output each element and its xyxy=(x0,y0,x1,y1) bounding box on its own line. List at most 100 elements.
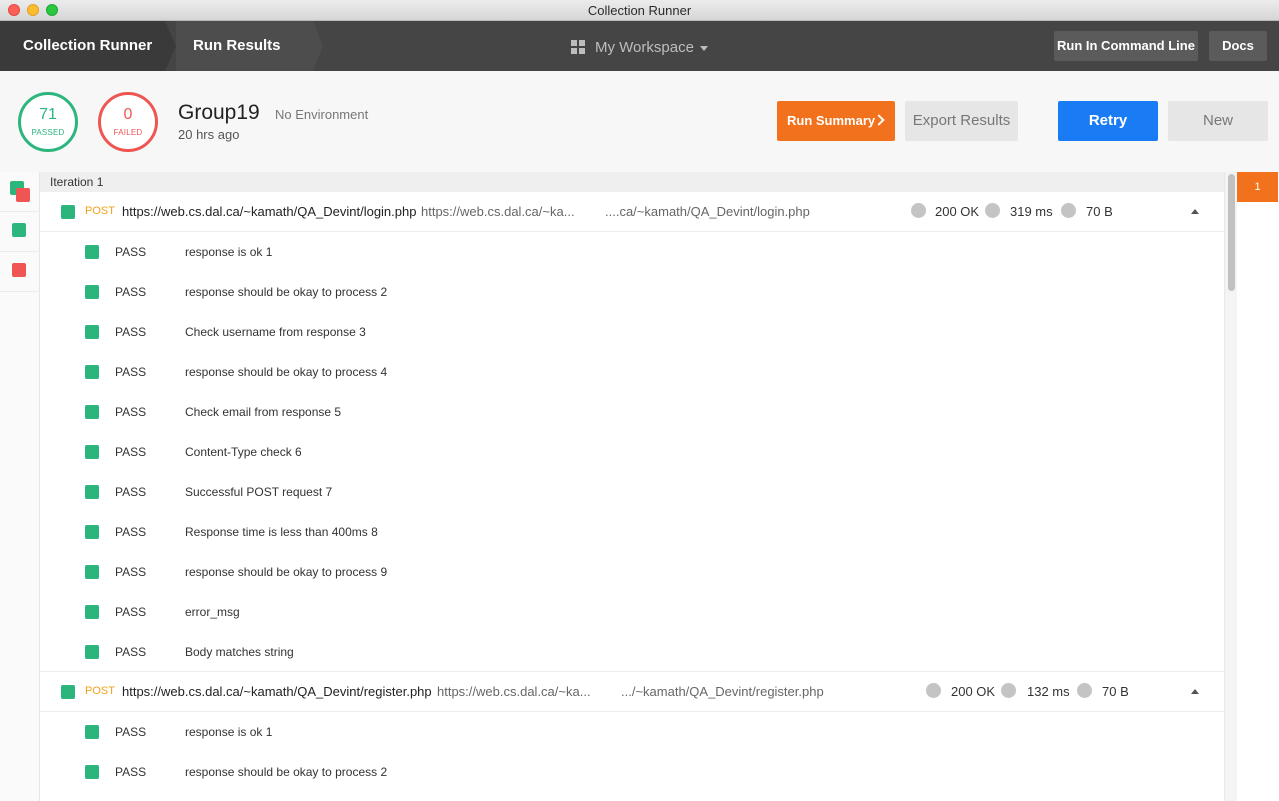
scrollbar-thumb[interactable] xyxy=(1228,174,1235,291)
test-result: PASS xyxy=(115,245,147,259)
test-result: PASS xyxy=(115,285,147,299)
test-row: PASS response is ok 1 xyxy=(40,712,1224,752)
test-result: PASS xyxy=(115,485,147,499)
iteration-badge[interactable]: 1 xyxy=(1237,172,1278,202)
sidebar-item-failed[interactable] xyxy=(0,252,40,292)
pass-status-icon xyxy=(85,445,99,459)
pass-status-icon xyxy=(85,765,99,779)
breadcrumb-run-results[interactable]: Run Results xyxy=(176,21,313,71)
test-name: Successful POST request 7 xyxy=(185,485,333,499)
pass-status-icon xyxy=(85,525,99,539)
pass-status-icon xyxy=(85,405,99,419)
request-url-short: https://web.cs.dal.ca/~ka... xyxy=(437,684,591,699)
time-dot-icon xyxy=(985,203,1000,218)
breadcrumb-separator xyxy=(165,21,176,71)
pass-status-icon xyxy=(12,223,26,237)
status-dot-icon xyxy=(911,203,926,218)
passed-label: PASSED xyxy=(31,128,65,137)
test-result: PASS xyxy=(115,365,147,379)
test-name: response should be okay to process 2 xyxy=(185,285,388,299)
test-name: response should be okay to process 4 xyxy=(185,365,388,379)
iteration-header: Iteration 1 xyxy=(40,172,1224,192)
test-result: PASS xyxy=(115,445,147,459)
sidebar-item-passed[interactable] xyxy=(0,212,40,252)
test-row: PASS Content-Type check 6 xyxy=(40,432,1224,472)
test-name: response should be okay to process 2 xyxy=(185,765,388,779)
breadcrumb-collection-runner[interactable]: Collection Runner xyxy=(0,21,165,71)
request-url-short: https://web.cs.dal.ca/~ka... xyxy=(421,204,575,219)
request-url: https://web.cs.dal.ca/~kamath/QA_Devint/… xyxy=(122,204,417,219)
request-url-tail: ....ca/~kamath/QA_Devint/login.php xyxy=(605,204,810,219)
export-results-button[interactable]: Export Results xyxy=(905,101,1018,141)
test-result: PASS xyxy=(115,405,147,419)
new-button[interactable]: New xyxy=(1168,101,1268,141)
passed-count-ring: 71 PASSED xyxy=(18,92,78,152)
pass-status-icon xyxy=(85,485,99,499)
test-result: PASS xyxy=(115,565,147,579)
request-status-sidebar xyxy=(0,172,40,801)
test-row: PASS Successful POST request 7 xyxy=(40,472,1224,512)
failed-count-ring: 0 FAILED xyxy=(98,92,158,152)
window-title: Collection Runner xyxy=(587,3,692,18)
test-row: PASS response should be okay to process 2 xyxy=(40,272,1224,312)
run-name: Group19 xyxy=(178,101,260,124)
request-url: https://web.cs.dal.ca/~kamath/QA_Devint/… xyxy=(122,684,432,699)
test-result: PASS xyxy=(115,725,147,739)
failed-count: 0 xyxy=(123,106,133,123)
passed-count: 71 xyxy=(39,106,57,123)
test-name: response should be okay to process 9 xyxy=(185,565,388,579)
test-result: PASS xyxy=(115,605,147,619)
test-result: PASS xyxy=(115,525,147,539)
pass-status-icon xyxy=(85,605,99,619)
fail-status-icon xyxy=(16,188,30,202)
collection-runner-window: Collection Runner Collection Runner Run … xyxy=(0,0,1279,801)
results-list: Iteration 1 POST https://web.cs.dal.ca/~… xyxy=(40,172,1224,801)
pass-status-icon xyxy=(61,685,75,699)
test-row: PASS error_msg xyxy=(40,592,1224,632)
response-status: 200 OK xyxy=(951,684,996,699)
test-row: PASS Body matches string xyxy=(40,632,1224,672)
collapse-caret-icon[interactable] xyxy=(1191,689,1199,694)
chevron-down-icon xyxy=(699,45,708,51)
pass-status-icon xyxy=(61,205,75,219)
run-timestamp: 20 hrs ago xyxy=(178,127,240,142)
response-time: 319 ms xyxy=(1010,204,1053,219)
test-name: Content-Type check 6 xyxy=(185,445,302,459)
test-result: PASS xyxy=(115,765,147,779)
workspace-label: My Workspace xyxy=(595,38,694,56)
test-name: response is ok 1 xyxy=(185,725,273,739)
iteration-navigator: 1 xyxy=(1237,172,1279,801)
test-name: Body matches string xyxy=(185,645,294,659)
pass-status-icon xyxy=(85,285,99,299)
collapse-caret-icon[interactable] xyxy=(1191,209,1199,214)
pass-status-icon xyxy=(85,565,99,579)
test-name: Check username from response 3 xyxy=(185,325,366,339)
environment-label: No Environment xyxy=(275,107,369,122)
pass-status-icon xyxy=(85,725,99,739)
request-row[interactable]: POST https://web.cs.dal.ca/~kamath/QA_De… xyxy=(40,192,1224,232)
test-row: PASS response should be okay to process 9 xyxy=(40,552,1224,592)
run-in-command-line-button[interactable]: Run In Command Line xyxy=(1054,31,1198,61)
test-name: Check email from response 5 xyxy=(185,405,342,419)
test-name: error_msg xyxy=(185,605,240,619)
results-scrollbar[interactable] xyxy=(1224,172,1237,801)
docs-button[interactable]: Docs xyxy=(1209,31,1267,61)
retry-button[interactable]: Retry xyxy=(1058,101,1158,141)
size-dot-icon xyxy=(1061,203,1076,218)
title-bar: Collection Runner xyxy=(0,0,1279,21)
size-dot-icon xyxy=(1077,683,1092,698)
pass-status-icon xyxy=(85,325,99,339)
response-size: 70 B xyxy=(1102,684,1129,699)
time-dot-icon xyxy=(1001,683,1016,698)
response-status: 200 OK xyxy=(935,204,980,219)
request-row[interactable]: POST https://web.cs.dal.ca/~kamath/QA_De… xyxy=(40,672,1224,712)
pass-status-icon xyxy=(85,245,99,259)
sidebar-item-all[interactable] xyxy=(0,172,40,212)
run-summary-button[interactable]: Run Summary xyxy=(777,101,895,141)
pass-status-icon xyxy=(85,645,99,659)
test-row: PASS Check username from response 3 xyxy=(40,312,1224,352)
top-nav: Collection Runner Run Results My Workspa… xyxy=(0,21,1279,71)
workspace-selector[interactable]: My Workspace xyxy=(571,38,708,56)
test-result: PASS xyxy=(115,645,147,659)
test-row: PASS response should be okay to process 2 xyxy=(40,752,1224,792)
